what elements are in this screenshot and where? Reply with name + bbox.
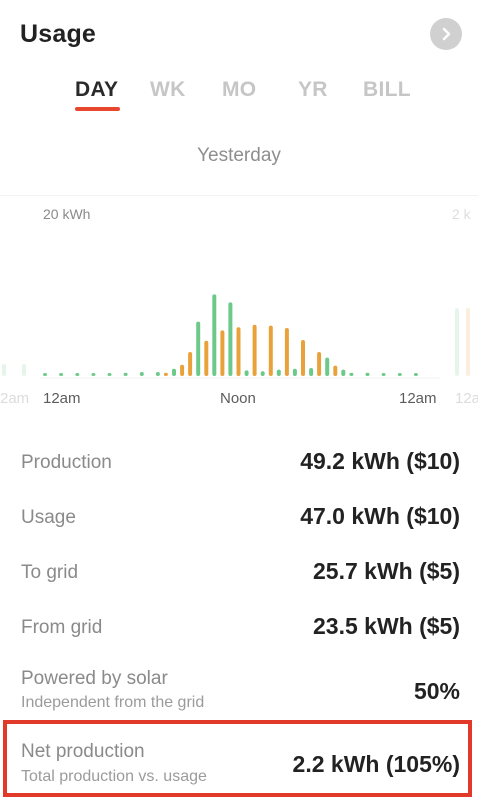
chart-bar-production (413, 373, 418, 376)
page-title: Usage (20, 20, 97, 48)
chart-bar-usage (163, 372, 168, 376)
ghost-bar-left (2, 364, 6, 376)
stat-value: 23.5 kWh ($5) (313, 613, 460, 639)
tab-day[interactable]: DAY (75, 78, 118, 102)
chart-bar-production (381, 373, 386, 376)
chart-bar-production (260, 371, 265, 376)
net-production-highlight (3, 720, 472, 797)
stat-sublabel: Independent from the grid (21, 694, 205, 711)
chart-bar-production (59, 373, 64, 376)
chart-bar-production (325, 357, 330, 376)
usage-chart[interactable]: 20 kWh 2 k 2am 12am Noon 12am 12a (0, 195, 478, 415)
ghost-x-label-right: 12a (455, 390, 478, 407)
tab-week[interactable]: WK (150, 78, 186, 102)
stat-value: 47.0 kWh ($10) (300, 503, 460, 529)
chart-bar-usage (301, 340, 305, 376)
stat-value: 25.7 kWh ($5) (313, 558, 460, 584)
stat-row-production: Production 49.2 kWh ($10) (0, 444, 478, 484)
ghost-bar-right (455, 308, 459, 376)
next-button[interactable] (430, 18, 462, 50)
chart-bar-production (365, 372, 370, 376)
chart-bar-production (349, 372, 354, 376)
stat-row-usage: Usage 47.0 kWh ($10) (0, 499, 478, 539)
chart-bar-production (75, 373, 80, 376)
period-tabs: DAY WK MO YR BILL (0, 78, 478, 118)
chart-bar-usage (220, 330, 225, 376)
chart-bar-usage (317, 352, 322, 376)
ghost-x-label-left: 2am (0, 390, 29, 407)
stat-value: 49.2 kWh ($10) (300, 448, 460, 474)
ghost-bar-right (466, 308, 470, 376)
chart-bar-production (276, 369, 281, 376)
chart-bar-production (212, 294, 217, 376)
chart-bar-production (91, 373, 96, 376)
x-tick-label-end: 12am (399, 390, 437, 407)
tab-bill[interactable]: BILL (363, 78, 411, 102)
stat-label: Powered by solar (21, 668, 168, 689)
y-axis-max-label: 20 kWh (43, 206, 90, 222)
chart-bar-production (244, 370, 249, 376)
chart-svg: 20 kWh 2 k 2am 12am Noon 12am 12a (0, 206, 478, 407)
stat-row-powered-by-solar: Powered by solar Independent from the gr… (0, 660, 478, 720)
chart-bar-usage (180, 364, 185, 376)
stat-label: From grid (21, 617, 103, 638)
chart-bar-usage (236, 327, 241, 376)
stat-row-to-grid: To grid 25.7 kWh ($5) (0, 554, 478, 594)
header: Usage (0, 0, 478, 70)
x-tick-label-noon: Noon (220, 390, 256, 407)
x-tick-label-start: 12am (43, 390, 81, 407)
chart-bar-production (43, 373, 47, 376)
chart-bar-usage (252, 324, 257, 376)
stat-label: Usage (21, 507, 76, 528)
chart-bar-production (123, 372, 128, 376)
stat-label: Production (21, 452, 112, 473)
period-label: Yesterday (197, 145, 281, 166)
chart-bar-production (228, 302, 233, 376)
stat-label: To grid (21, 562, 79, 583)
stat-row-from-grid: From grid 23.5 kWh ($5) (0, 609, 478, 649)
chart-bar-production (341, 369, 346, 376)
active-tab-indicator (75, 107, 120, 111)
chart-bar-production (139, 372, 144, 376)
chart-bar-production (172, 368, 176, 376)
ghost-y-label: 2 k (452, 206, 472, 222)
chart-bar-production (196, 321, 201, 376)
chart-bar-usage (268, 325, 273, 376)
chart-bar-production (107, 373, 112, 376)
chart-bar-production (309, 368, 314, 376)
chart-bar-production (292, 368, 297, 376)
chart-bars (43, 294, 418, 376)
chart-bar-usage (188, 352, 193, 376)
stat-value: 50% (413, 678, 460, 704)
chart-bar-usage (204, 340, 209, 376)
chart-bar-production (155, 372, 160, 376)
chart-bar-usage (333, 365, 338, 376)
tab-year[interactable]: YR (298, 78, 328, 102)
chart-bar-production (397, 373, 402, 376)
chart-bar-usage (284, 328, 289, 376)
ghost-bar-left (22, 364, 26, 376)
tab-month[interactable]: MO (222, 78, 256, 102)
chevron-right-icon (442, 27, 451, 41)
